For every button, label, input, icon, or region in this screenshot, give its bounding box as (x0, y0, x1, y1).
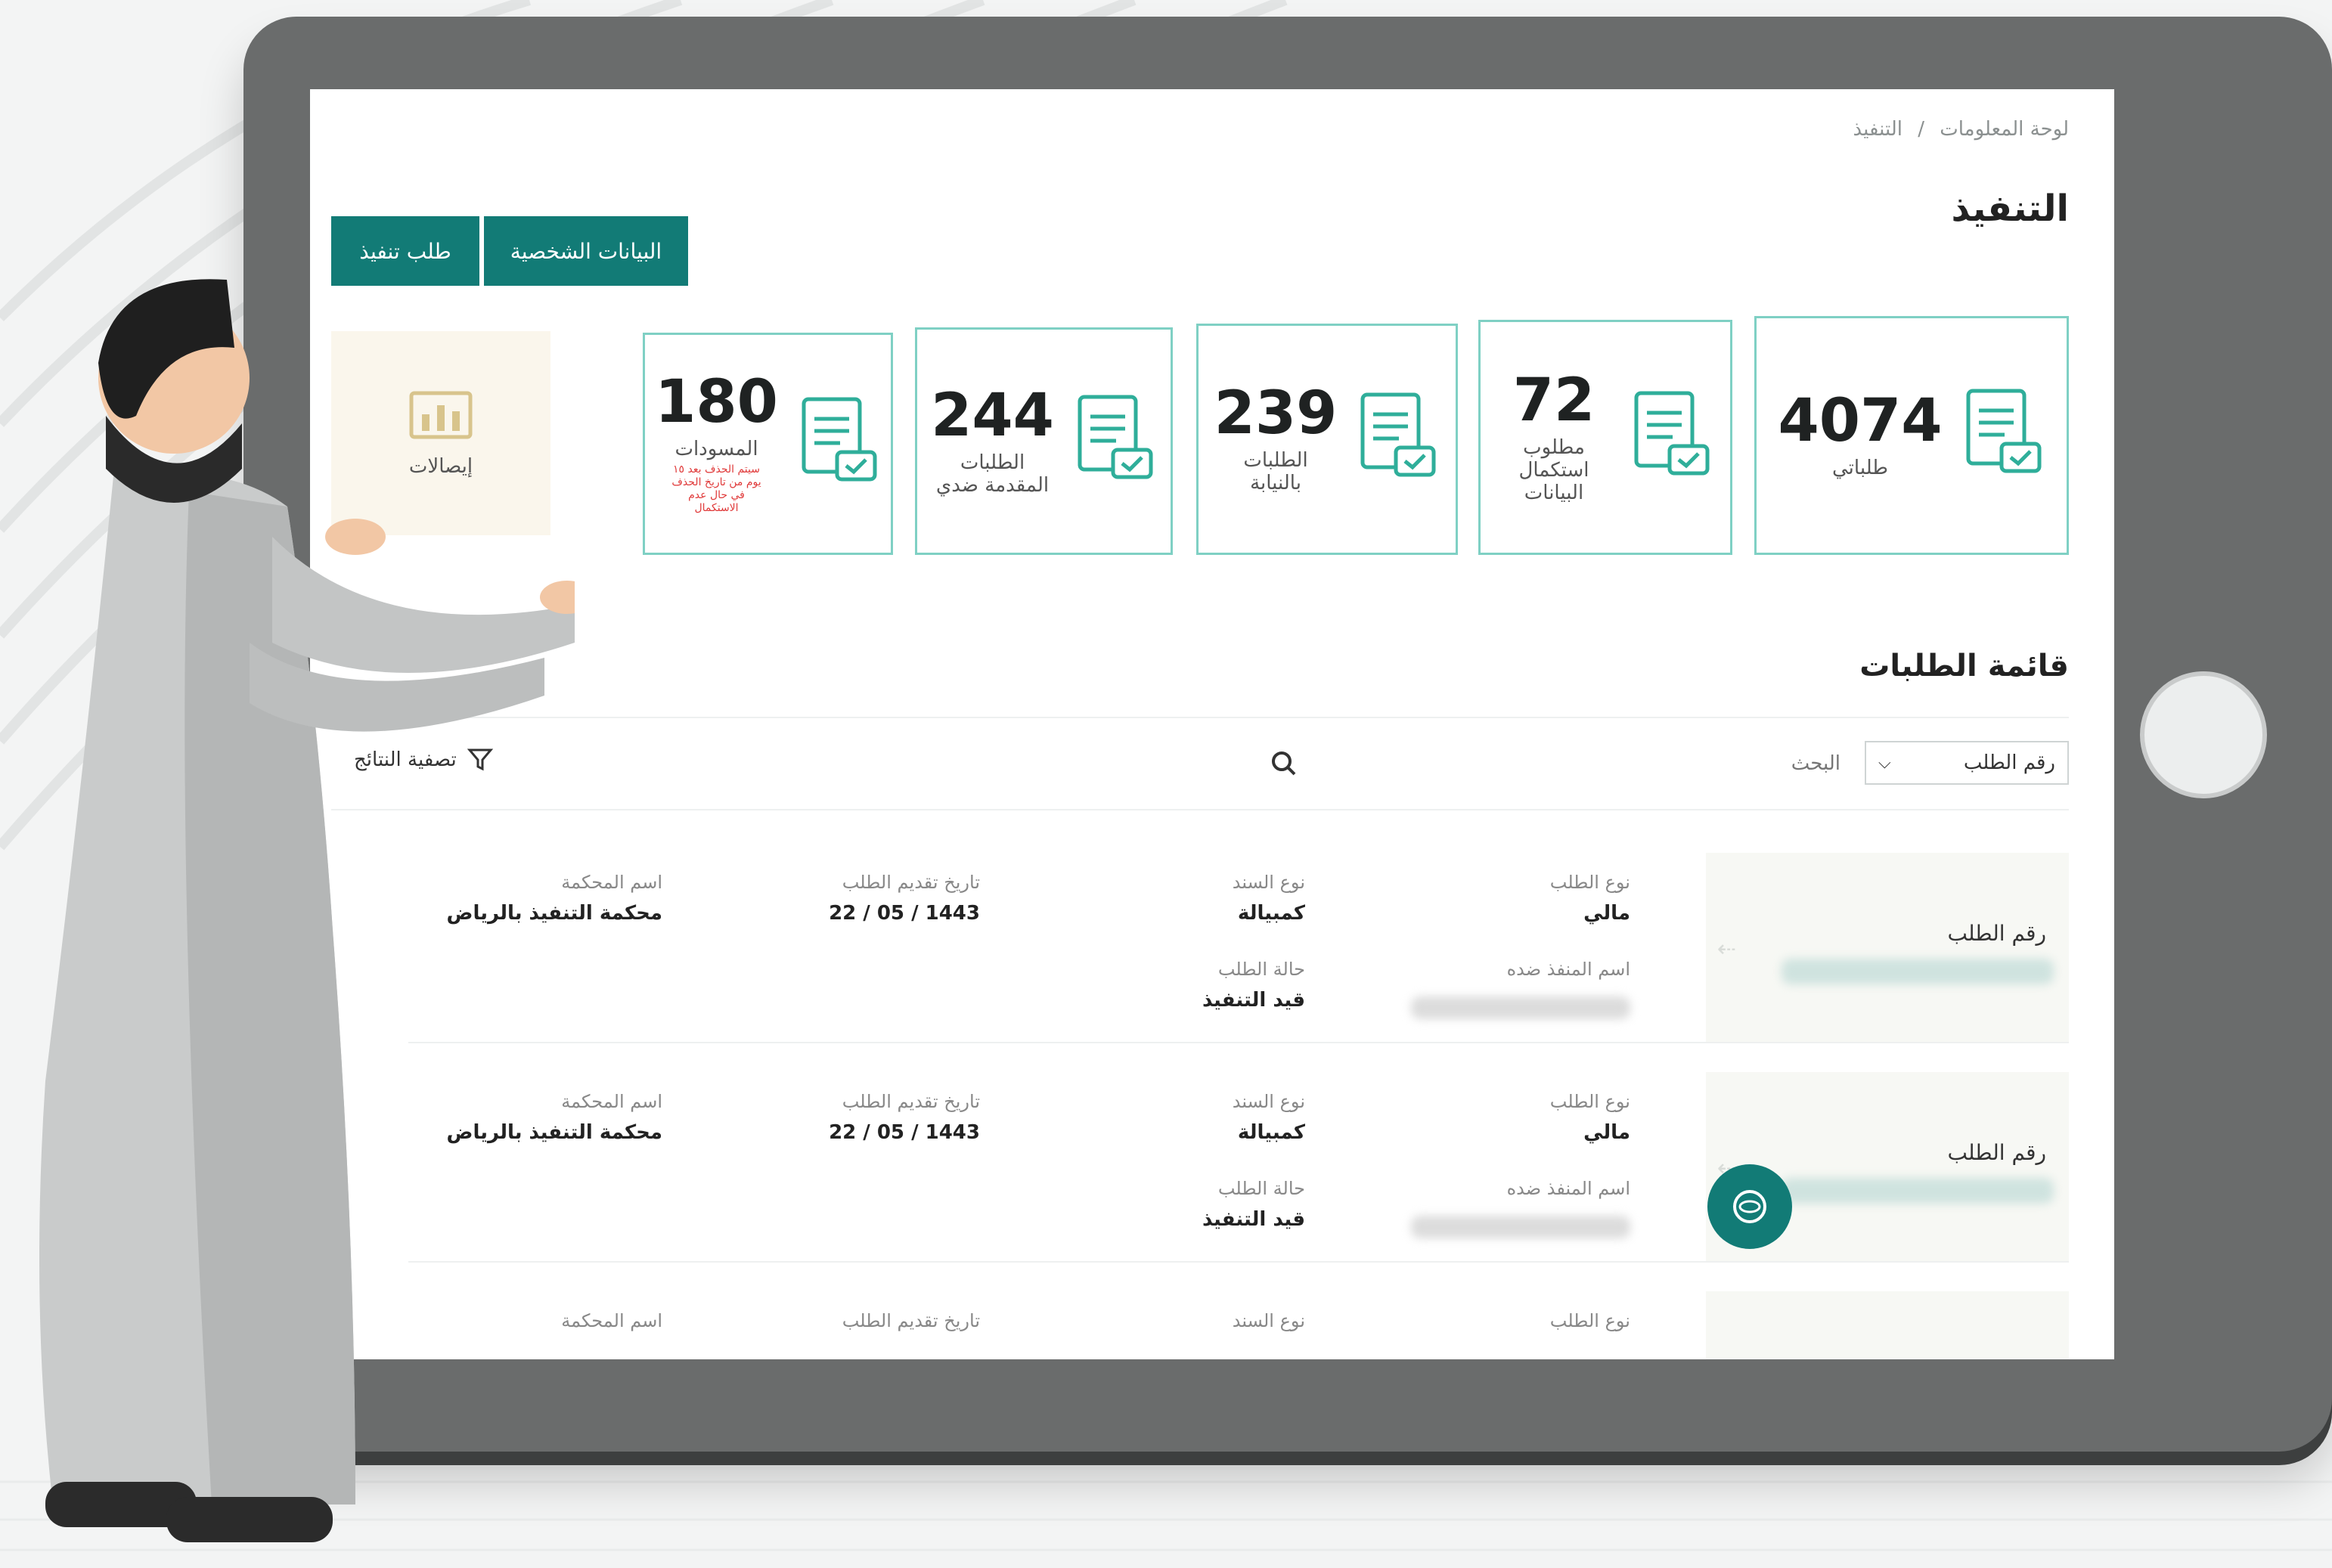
request-type-label: نوع الطلب (1549, 1310, 1630, 1331)
breadcrumb-current: التنفيذ (1853, 118, 1903, 141)
request-type-value: مالي (1583, 902, 1630, 925)
search-input[interactable] (1007, 741, 1842, 786)
stat-card-drafts[interactable]: 180 المسودات سيتم الحذف بعد ١٥ يوم من تا… (643, 333, 893, 555)
drafts-deletion-note: سيتم الحذف بعد ١٥ يوم من تاريخ الحذف في … (671, 463, 761, 514)
defendant-name-label: اسم المنفذ ضده (1506, 1178, 1630, 1199)
tablet-home-button[interactable] (2140, 671, 2267, 798)
breadcrumb: لوحة المعلومات / التنفيذ (1844, 118, 2070, 141)
stat-card-my-requests[interactable]: 4074 طلباتي (1754, 316, 2069, 555)
defendant-name-value-redacted (1411, 1216, 1630, 1238)
stat-label: الطلبات المقدمة ضدي (935, 451, 1050, 497)
search-bar: رقم الطلب ⌵ تصفية النتائج (331, 717, 2069, 810)
submit-date-value: 22 / 05 / 1443 (829, 1121, 980, 1144)
stat-card-on-behalf[interactable]: 239 الطلبات بالنيابة (1196, 324, 1458, 555)
request-number-label: رقم الطلب (1947, 1140, 2046, 1165)
request-status-label: حالة الطلب (1217, 1178, 1305, 1199)
stat-number: 72 (1512, 366, 1595, 435)
submit-date-label: تاريخ تقديم الطلب (842, 1310, 980, 1331)
bond-type-label: نوع السند (1232, 1091, 1305, 1112)
chat-bot-icon (1733, 1190, 1766, 1223)
request-type-label: نوع الطلب (1549, 872, 1630, 893)
stat-label: الطلبات بالنيابة (1243, 449, 1308, 494)
request-type-value: مالي (1583, 1121, 1630, 1144)
stat-label: طلباتي (1832, 457, 1888, 479)
document-check-icon (802, 397, 877, 482)
court-name-label: اسم المحكمة (561, 1091, 662, 1112)
stat-number: 244 (931, 381, 1054, 450)
request-row[interactable]: رقم الطلب ⇠ نوع الطلب مالي اسم المنفذ ضد… (408, 853, 2069, 1043)
submit-date-value: 22 / 05 / 1443 (829, 902, 980, 925)
man-illustration (39, 279, 575, 1542)
chat-support-button[interactable] (1707, 1164, 1792, 1249)
stat-number: 180 (655, 368, 778, 437)
stat-number: 4074 (1778, 387, 1943, 455)
search-field-select[interactable]: رقم الطلب ⌵ (1865, 741, 2069, 785)
breadcrumb-separator: / (1918, 118, 1925, 141)
submit-date-label: تاريخ تقديم الطلب (842, 1091, 980, 1112)
court-name-label: اسم المحكمة (561, 872, 662, 893)
arrow-left-icon: ⇠ (1716, 936, 1736, 962)
stat-number: 239 (1214, 380, 1338, 448)
document-check-icon (1078, 395, 1153, 479)
bond-type-value: كمبيالة (1237, 902, 1305, 925)
request-number-cell: رقم الطلب (1706, 853, 2069, 1042)
stat-label: مطلوب استكمال البيانات (1518, 435, 1589, 504)
request-number-cell (1706, 1291, 2069, 1359)
defendant-name-value-redacted (1411, 996, 1630, 1019)
bond-type-label: نوع السند (1232, 1310, 1305, 1331)
court-name-label: اسم المحكمة (561, 1310, 662, 1331)
request-number-value-redacted (1782, 959, 2054, 984)
search-field-selected: رقم الطلب (1963, 751, 2055, 774)
stat-label: المسودات (674, 438, 758, 461)
request-status-value: قيد التنفيذ (1202, 989, 1305, 1012)
document-check-icon (1634, 391, 1710, 475)
submit-date-label: تاريخ تقديم الطلب (842, 872, 980, 893)
request-type-label: نوع الطلب (1549, 1091, 1630, 1112)
request-status-label: حالة الطلب (1217, 959, 1305, 980)
stat-card-data-completion[interactable]: 72 مطلوب استكمال البيانات (1478, 320, 1732, 555)
request-number-value-redacted (1782, 1178, 2054, 1204)
app-screen: لوحة المعلومات / التنفيذ التنفيذ البيانا… (310, 89, 2114, 1359)
request-status-value: قيد التنفيذ (1202, 1208, 1305, 1231)
request-number-label: رقم الطلب (1947, 921, 2046, 946)
chevron-down-icon: ⌵ (1878, 753, 1891, 773)
search-icon[interactable] (1269, 748, 1299, 779)
stat-card-against-me[interactable]: 244 الطلبات المقدمة ضدي (915, 327, 1173, 555)
defendant-name-label: اسم المنفذ ضده (1506, 959, 1630, 980)
document-check-icon (1966, 389, 2042, 473)
requests-list-title: قائمة الطلبات (1859, 649, 2069, 683)
page-title: التنفيذ (1951, 187, 2069, 230)
document-check-icon (1360, 392, 1436, 477)
bond-type-label: نوع السند (1232, 872, 1305, 893)
request-row[interactable]: نوع الطلب نوع السند تاريخ تقديم الطلب اس… (408, 1291, 2069, 1359)
breadcrumb-home[interactable]: لوحة المعلومات (1940, 118, 2069, 141)
request-row[interactable]: رقم الطلب ⇠ نوع الطلب مالي اسم المنفذ ضد… (408, 1072, 2069, 1263)
bond-type-value: كمبيالة (1237, 1121, 1305, 1144)
